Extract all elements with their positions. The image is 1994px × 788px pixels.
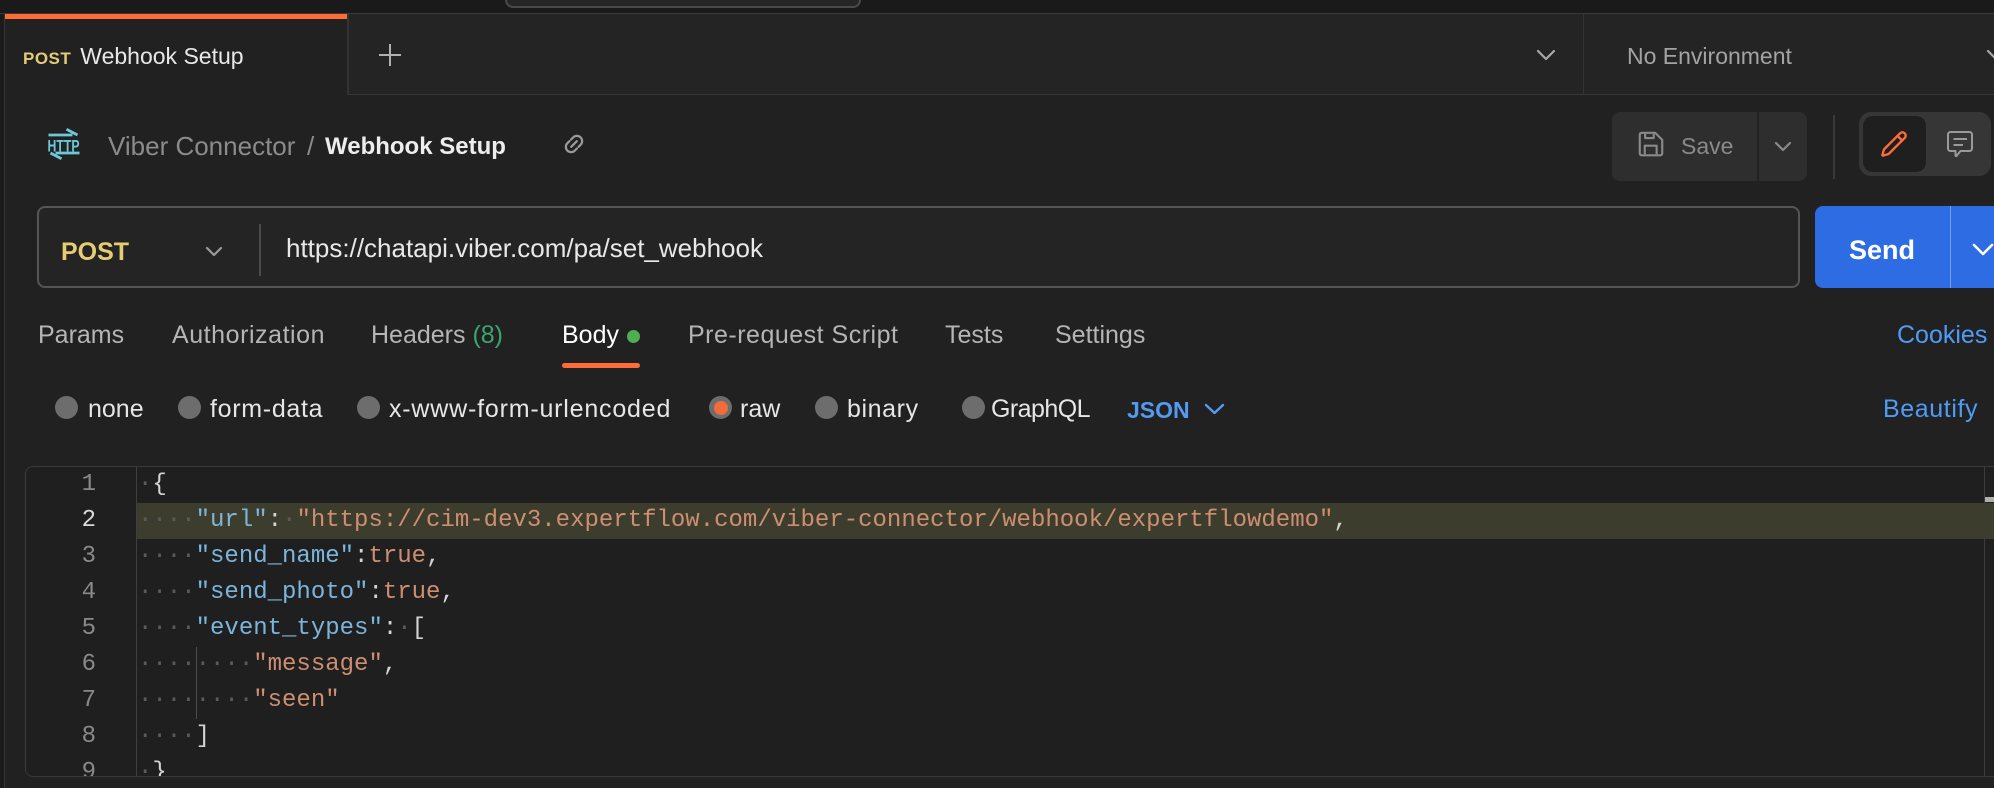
svg-text:HTTP: HTTP: [48, 137, 80, 156]
